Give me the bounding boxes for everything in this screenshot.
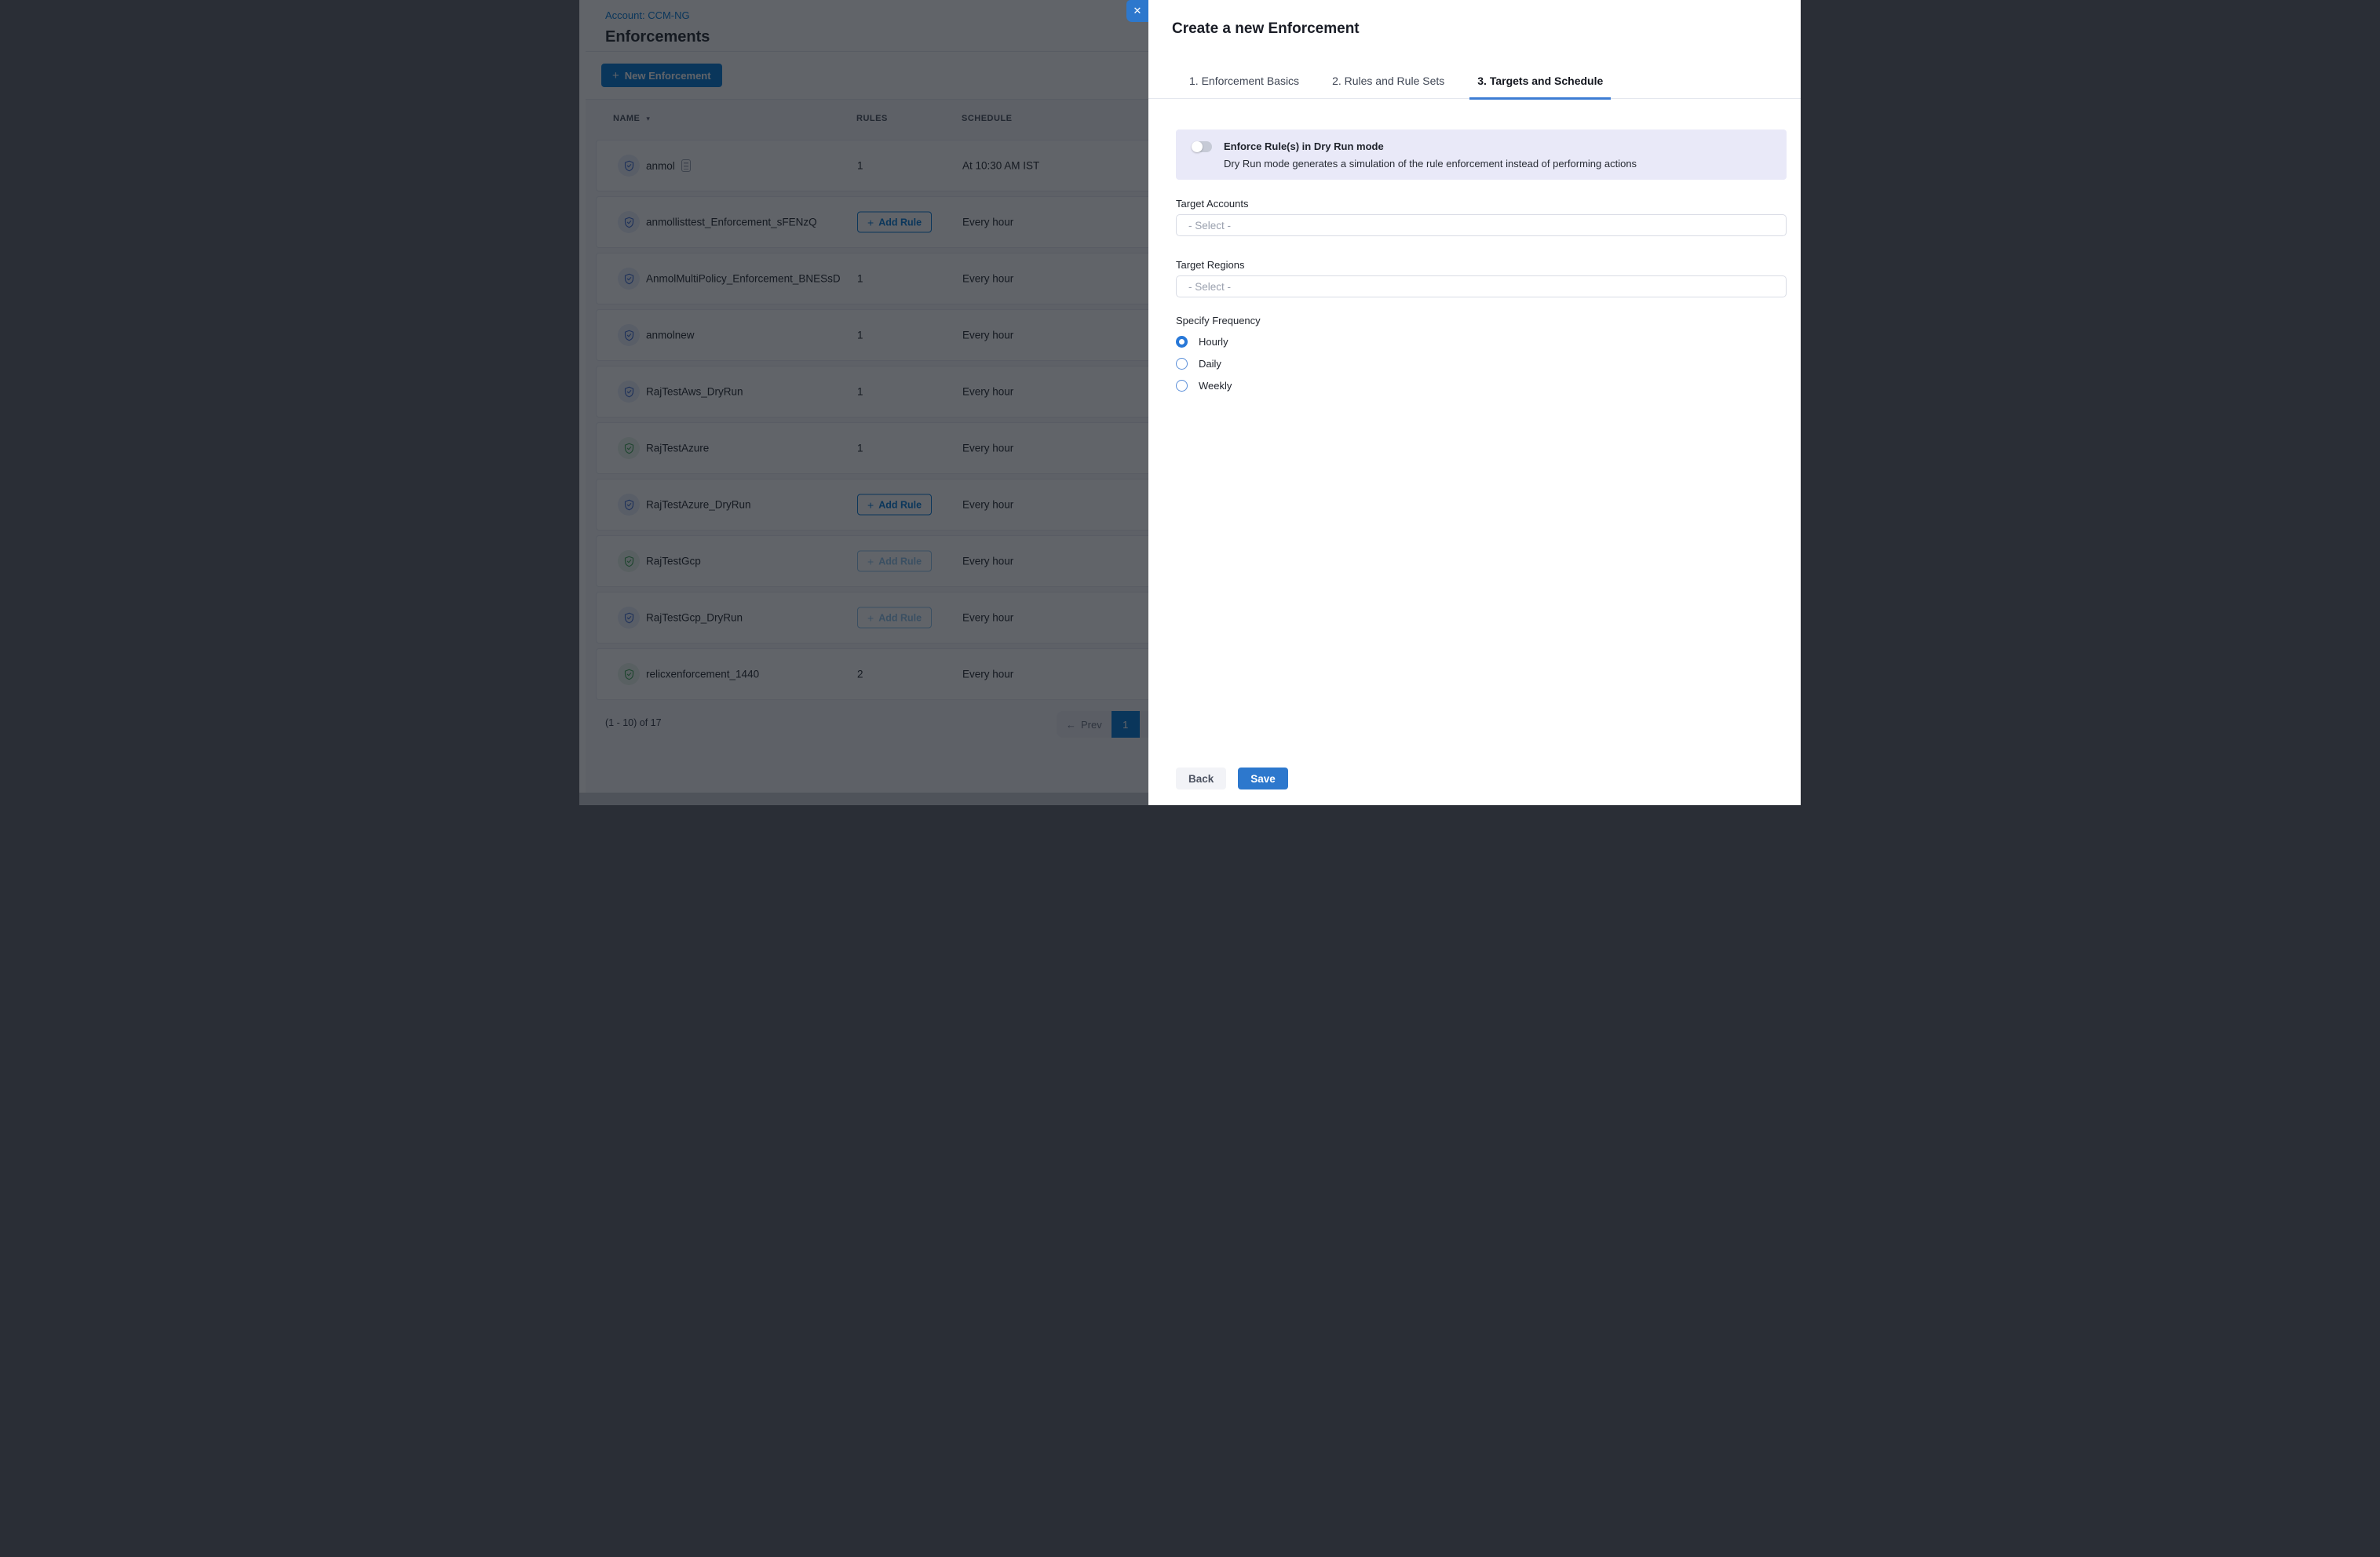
frequency-option-daily[interactable]: Daily bbox=[1176, 356, 1787, 370]
tab-enforcement-basics[interactable]: 1. Enforcement Basics bbox=[1181, 75, 1307, 100]
modal-footer: Back Save bbox=[1176, 768, 1288, 789]
modal-body: Enforce Rule(s) in Dry Run mode Dry Run … bbox=[1148, 129, 1801, 392]
target-regions-placeholder: - Select - bbox=[1188, 281, 1231, 293]
target-regions-label: Target Regions bbox=[1176, 259, 1787, 271]
dry-run-banner: Enforce Rule(s) in Dry Run mode Dry Run … bbox=[1176, 129, 1787, 180]
radio-icon bbox=[1176, 358, 1188, 370]
close-icon: ✕ bbox=[1133, 5, 1142, 17]
back-button[interactable]: Back bbox=[1176, 768, 1226, 789]
dry-run-text: Enforce Rule(s) in Dry Run mode Dry Run … bbox=[1224, 140, 1637, 170]
radio-label: Hourly bbox=[1199, 336, 1228, 348]
dry-run-toggle[interactable] bbox=[1192, 141, 1212, 152]
radio-label: Daily bbox=[1199, 358, 1221, 370]
specify-frequency-label: Specify Frequency bbox=[1176, 315, 1787, 326]
target-accounts-select[interactable]: - Select - bbox=[1176, 214, 1787, 236]
target-accounts-placeholder: - Select - bbox=[1188, 220, 1231, 232]
create-enforcement-modal: ✕ Create a new Enforcement 1. Enforcemen… bbox=[1148, 0, 1801, 805]
dry-run-label: Enforce Rule(s) in Dry Run mode bbox=[1224, 140, 1637, 152]
tab-rules-and-rule-sets[interactable]: 2. Rules and Rule Sets bbox=[1324, 75, 1452, 100]
tab-targets-and-schedule[interactable]: 3. Targets and Schedule bbox=[1469, 75, 1611, 100]
dry-run-description: Dry Run mode generates a simulation of t… bbox=[1224, 158, 1637, 170]
target-regions-select[interactable]: - Select - bbox=[1176, 275, 1787, 297]
save-button[interactable]: Save bbox=[1238, 768, 1288, 789]
modal-title: Create a new Enforcement bbox=[1148, 0, 1801, 38]
frequency-option-weekly[interactable]: Weekly bbox=[1176, 378, 1787, 392]
wizard-tabs: 1. Enforcement Basics 2. Rules and Rule … bbox=[1148, 75, 1801, 99]
screen: Account: CCM-NG Enforcements + New Enfor… bbox=[579, 0, 1801, 805]
radio-label: Weekly bbox=[1199, 380, 1232, 392]
radio-icon bbox=[1176, 380, 1188, 392]
toggle-knob bbox=[1192, 141, 1203, 152]
frequency-option-hourly[interactable]: Hourly bbox=[1176, 334, 1787, 348]
close-button[interactable]: ✕ bbox=[1126, 0, 1148, 22]
target-accounts-label: Target Accounts bbox=[1176, 198, 1787, 210]
radio-icon bbox=[1176, 336, 1188, 348]
